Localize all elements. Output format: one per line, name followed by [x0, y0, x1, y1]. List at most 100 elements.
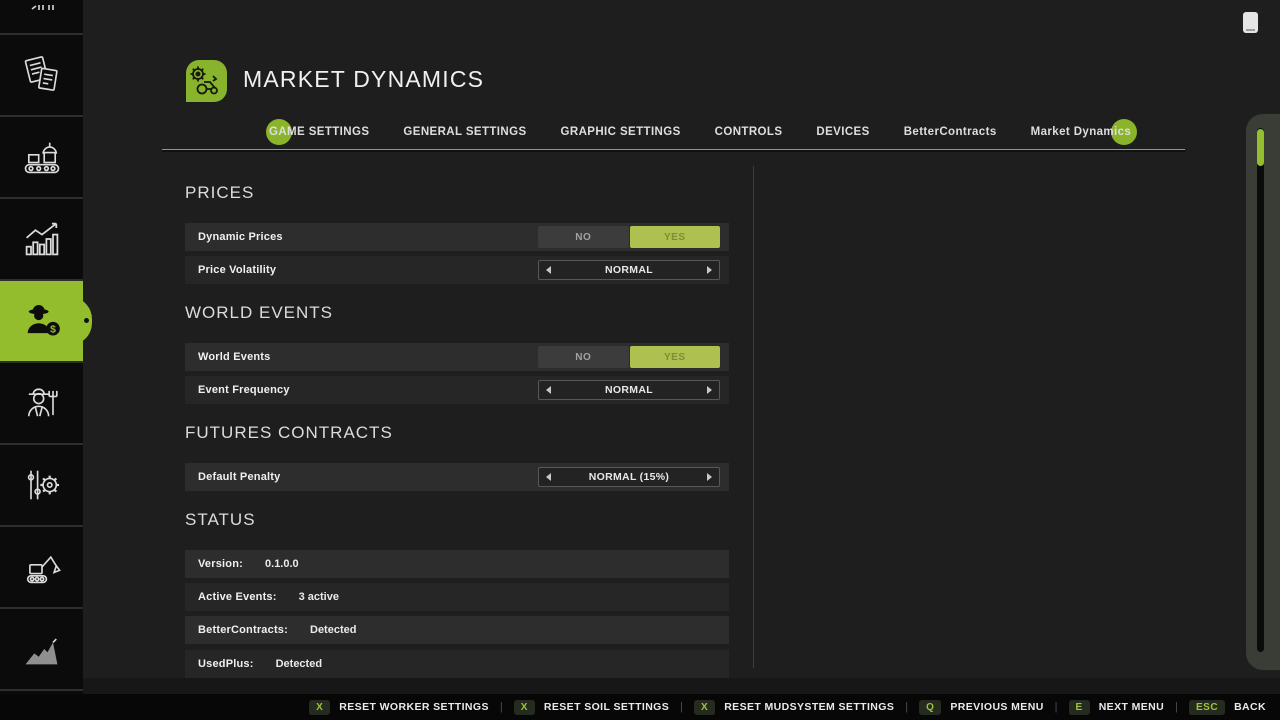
tab-general-settings[interactable]: GENERAL SETTINGS	[403, 118, 526, 146]
tab-bar: GAME SETTINGS GENERAL SETTINGS GRAPHIC S…	[269, 118, 1131, 146]
status-label: Version:	[198, 558, 243, 570]
key-x-badge: X	[309, 700, 330, 715]
sidebar-item-statistics[interactable]	[0, 199, 83, 279]
partial-top-icon	[22, 5, 62, 29]
sidebar-item-production[interactable]	[0, 117, 83, 197]
tab-underline	[162, 149, 1185, 152]
price-volatility-selector[interactable]: NORMAL	[538, 260, 720, 280]
scrollbar-thumb[interactable]	[1257, 129, 1264, 166]
setting-row-price-volatility[interactable]: Price Volatility NORMAL	[185, 256, 729, 284]
toggle-no-button[interactable]: NO	[538, 226, 629, 248]
sidebar-divider	[0, 607, 83, 609]
sidebar-item-terrain[interactable]	[0, 609, 83, 689]
production-icon	[20, 135, 64, 179]
sidebar-item-construction[interactable]	[0, 527, 83, 607]
contracts-icon	[20, 53, 64, 97]
sidebar-divider	[0, 279, 83, 281]
footer-divider	[680, 701, 683, 713]
tab-game-settings[interactable]: GAME SETTINGS	[269, 118, 369, 146]
setting-row-dynamic-prices[interactable]: Dynamic Prices NO YES	[185, 223, 729, 251]
next-option-icon[interactable]	[707, 473, 712, 481]
status-row-usedplus: UsedPlus: Detected	[185, 650, 729, 678]
setting-label: Dynamic Prices	[198, 231, 283, 243]
section-title-prices: PRICES	[185, 183, 254, 203]
tab-graphic-settings[interactable]: GRAPHIC SETTINGS	[561, 118, 681, 146]
sidebar-divider	[0, 115, 83, 117]
battery-icon	[1243, 12, 1258, 33]
sidebar-divider	[0, 197, 83, 199]
sidebar: $	[0, 0, 83, 694]
status-value: Detected	[310, 624, 356, 636]
status-row-active-events: Active Events: 3 active	[185, 583, 729, 611]
footer-bar: X RESET WORKER SETTINGS X RESET SOIL SET…	[0, 694, 1280, 720]
footer-divider	[500, 701, 503, 713]
status-label: BetterContracts:	[198, 624, 288, 636]
tuning-gear-icon	[20, 463, 64, 507]
market-dynamics-app-icon	[183, 58, 229, 104]
status-label: Active Events:	[198, 591, 277, 603]
section-title-world-events: WORLD EVENTS	[185, 303, 333, 323]
scrollbar-track[interactable]	[1257, 128, 1264, 652]
world-events-toggle: NO YES	[538, 346, 720, 368]
tab-devices[interactable]: DEVICES	[816, 118, 869, 146]
previous-option-icon[interactable]	[546, 473, 551, 481]
sidebar-divider	[0, 689, 83, 691]
excavator-icon	[20, 545, 64, 589]
page-title: MARKET DYNAMICS	[243, 66, 484, 93]
content-bottom-fade	[83, 678, 1280, 694]
next-menu-button[interactable]: E NEXT MENU	[1069, 700, 1165, 715]
default-penalty-selector[interactable]: NORMAL (15%)	[538, 467, 720, 487]
section-title-status: STATUS	[185, 510, 256, 530]
event-frequency-selector[interactable]: NORMAL	[538, 380, 720, 400]
toggle-yes-button[interactable]: YES	[630, 346, 721, 368]
status-label: UsedPlus:	[198, 658, 254, 670]
next-option-icon[interactable]	[707, 266, 712, 274]
setting-label: Event Frequency	[198, 384, 290, 396]
key-q-badge: Q	[919, 700, 941, 715]
footer-divider	[1055, 701, 1058, 713]
previous-menu-button[interactable]: Q PREVIOUS MENU	[919, 700, 1044, 715]
status-row-version: Version: 0.1.0.0	[185, 550, 729, 578]
footer-divider	[905, 701, 908, 713]
previous-option-icon[interactable]	[546, 386, 551, 394]
statistics-icon	[20, 217, 64, 261]
toggle-yes-button[interactable]: YES	[630, 226, 721, 248]
market-finance-icon: $	[19, 299, 65, 343]
previous-option-icon[interactable]	[546, 266, 551, 274]
sidebar-divider	[0, 525, 83, 527]
tab-controls[interactable]: CONTROLS	[715, 118, 783, 146]
terrain-chart-icon	[20, 627, 64, 671]
tab-market-dynamics[interactable]: Market Dynamics	[1031, 118, 1132, 146]
setting-row-event-frequency[interactable]: Event Frequency NORMAL	[185, 376, 729, 404]
reset-soil-settings-button[interactable]: X RESET SOIL SETTINGS	[514, 700, 669, 715]
setting-row-world-events[interactable]: World Events NO YES	[185, 343, 729, 371]
status-value: 0.1.0.0	[265, 558, 299, 570]
setting-row-default-penalty[interactable]: Default Penalty NORMAL (15%)	[185, 463, 729, 491]
tab-bettercontracts[interactable]: BetterContracts	[904, 118, 997, 146]
dynamic-prices-toggle: NO YES	[538, 226, 720, 248]
reset-mudsystem-settings-button[interactable]: X RESET MUDSYSTEM SETTINGS	[694, 700, 894, 715]
farmer-icon	[20, 381, 64, 425]
section-title-futures-contracts: FUTURES CONTRACTS	[185, 423, 393, 443]
sidebar-item-contracts[interactable]	[0, 35, 83, 115]
next-option-icon[interactable]	[707, 386, 712, 394]
setting-label: World Events	[198, 351, 271, 363]
key-x-badge: X	[514, 700, 535, 715]
back-button[interactable]: ESC BACK	[1189, 700, 1266, 715]
reset-worker-settings-button[interactable]: X RESET WORKER SETTINGS	[309, 700, 489, 715]
key-esc-badge: ESC	[1189, 700, 1225, 715]
sidebar-item-workers[interactable]	[0, 363, 83, 443]
sidebar-divider	[0, 443, 83, 445]
status-row-bettercontracts: BetterContracts: Detected	[185, 616, 729, 644]
active-tab-dot	[84, 318, 89, 323]
key-e-badge: E	[1069, 700, 1090, 715]
footer-divider	[1175, 701, 1178, 713]
key-x-badge: X	[694, 700, 715, 715]
toggle-no-button[interactable]: NO	[538, 346, 629, 368]
sidebar-divider	[0, 33, 83, 35]
setting-label: Price Volatility	[198, 264, 276, 276]
svg-text:$: $	[50, 325, 56, 336]
setting-label: Default Penalty	[198, 471, 280, 483]
sidebar-item-partial[interactable]	[0, 0, 83, 33]
sidebar-item-tuning[interactable]	[0, 445, 83, 525]
